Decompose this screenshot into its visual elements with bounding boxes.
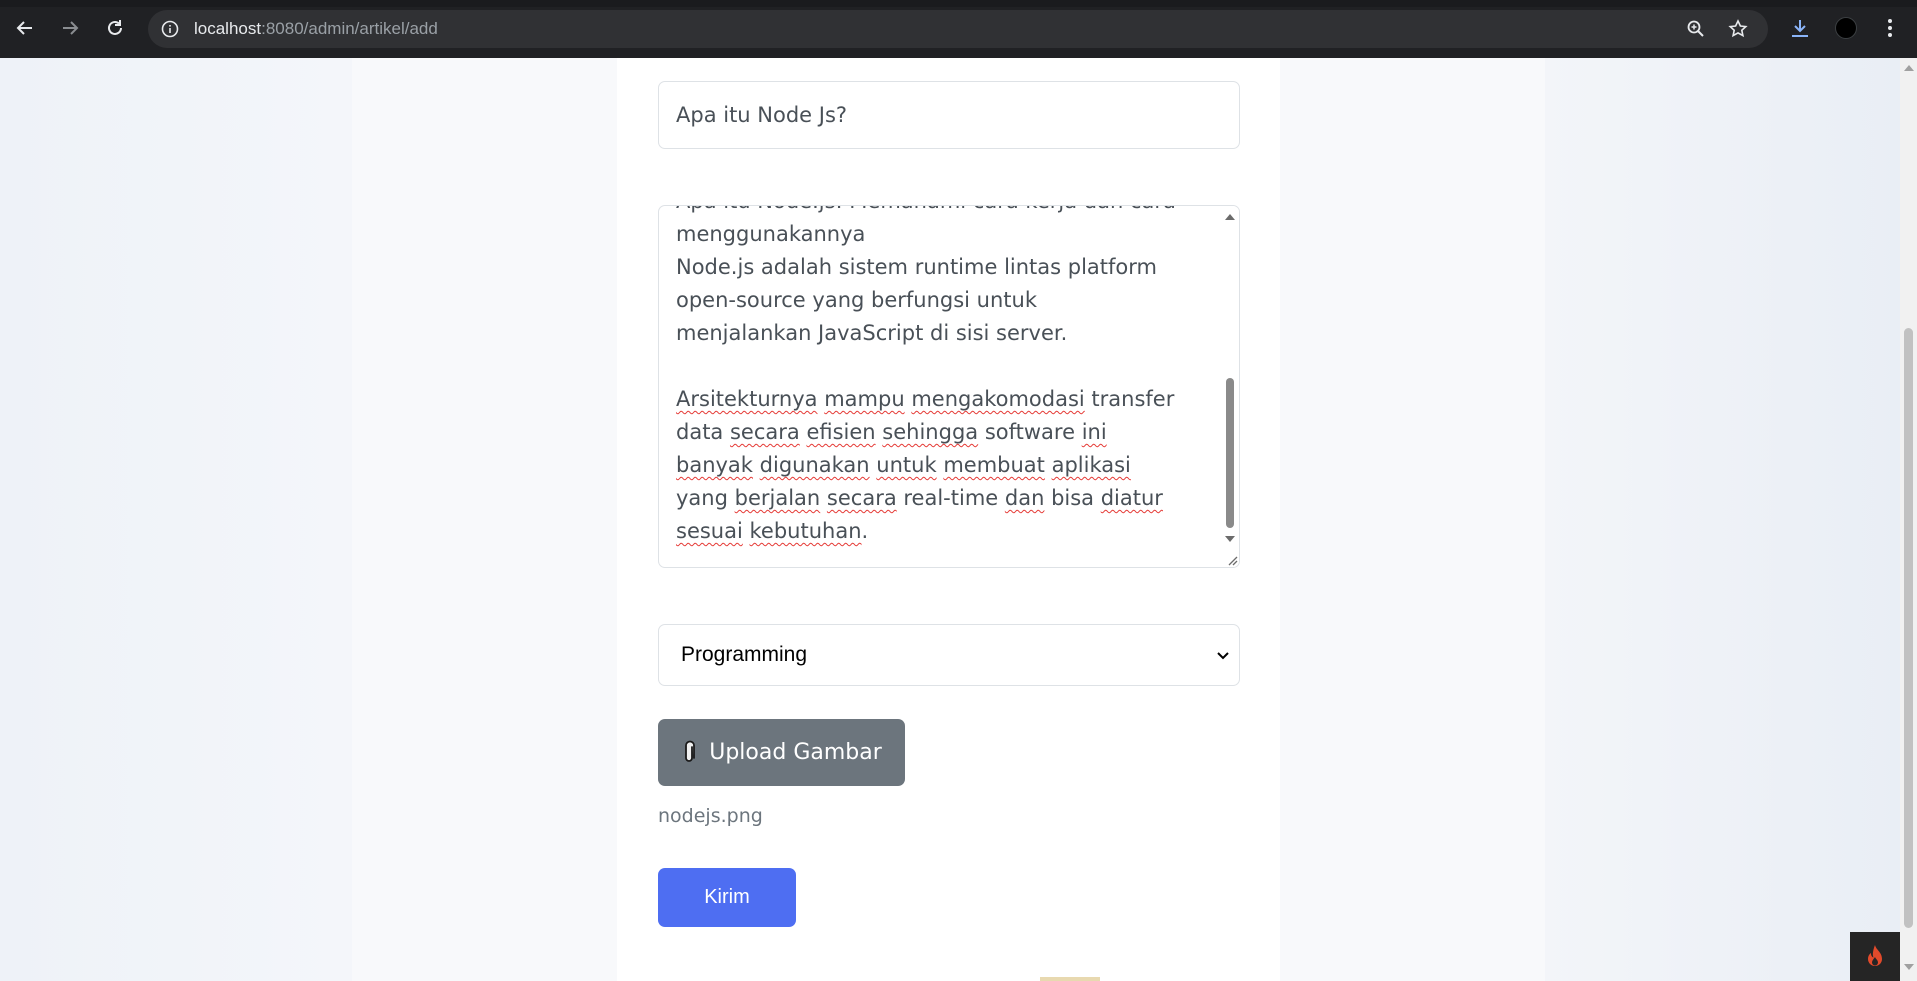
misspelled-word: dan — [1004, 486, 1045, 510]
star-icon[interactable] — [1728, 19, 1748, 39]
content-line: Node.js adalah sistem runtime lintas pla… — [676, 255, 1157, 279]
resize-handle-icon[interactable] — [1224, 552, 1238, 566]
page-scroll-thumb[interactable] — [1904, 328, 1913, 928]
content-text: data — [676, 420, 730, 444]
misspelled-word: kebutuhan — [749, 519, 862, 543]
content-paragraph: Arsitekturnya mampu mengakomodasi transf… — [676, 383, 1206, 548]
page-background-left — [0, 58, 352, 981]
misspelled-word: sesuai — [676, 519, 743, 543]
misspelled-word: banyak — [676, 453, 753, 477]
misspelled-word: mampu — [824, 387, 905, 411]
browser-toolbar: localhost:8080/admin/artikel/add — [0, 0, 1917, 58]
content-line: menggunakannya — [676, 222, 866, 246]
download-icon[interactable] — [1786, 14, 1814, 42]
textarea-text: Apa itu Node.js: Memahami cara kerja dan… — [676, 206, 1206, 548]
textarea-scrollbar[interactable] — [1222, 206, 1239, 567]
page-background-right — [1545, 58, 1900, 981]
url-host: localhost — [194, 19, 262, 38]
misspelled-word: aplikasi — [1051, 453, 1131, 477]
page-scrollbar[interactable] — [1900, 58, 1917, 981]
chevron-down-icon — [1217, 652, 1229, 660]
content-text: bisa — [1044, 486, 1101, 510]
url-path: :8080/admin/artikel/add — [261, 19, 438, 38]
tab-strip — [0, 0, 1917, 7]
misspelled-word: digunakan — [759, 453, 870, 477]
misspelled-word: sehingga — [882, 420, 979, 444]
article-title-input[interactable] — [658, 81, 1240, 149]
misspelled-word: untuk — [876, 453, 937, 477]
upload-image-button[interactable]: Upload Gambar — [658, 719, 905, 786]
paperclip-icon — [685, 740, 696, 762]
debug-toolbar-button[interactable] — [1850, 932, 1900, 981]
content-line: Apa itu Node.js: Memahami cara kerja dan… — [676, 206, 1206, 218]
zoom-icon[interactable] — [1686, 19, 1706, 39]
misspelled-word: berjalan — [734, 486, 821, 510]
forward-arrow-icon[interactable] — [56, 14, 84, 42]
misspelled-word: efisien — [806, 420, 876, 444]
misspelled-word: secara — [826, 486, 897, 510]
category-select[interactable]: Programming — [658, 624, 1240, 686]
submit-button-label: Kirim — [704, 886, 750, 908]
content-text: software — [978, 420, 1082, 444]
page-scroll-down-arrow-icon[interactable] — [1904, 964, 1914, 970]
back-arrow-icon[interactable] — [11, 14, 39, 42]
footer-decoration — [1040, 977, 1100, 981]
content-line: open-source yang berfungsi untuk — [676, 288, 1038, 312]
misspelled-word: ini — [1081, 420, 1107, 444]
content-text: real-time — [896, 486, 1005, 510]
scroll-down-arrow-icon[interactable] — [1225, 536, 1235, 542]
content-text: transfer — [1084, 387, 1175, 411]
content-blank-line — [676, 350, 1206, 383]
article-content-textarea[interactable]: Apa itu Node.js: Memahami cara kerja dan… — [658, 205, 1240, 568]
textarea-scroll-thumb[interactable] — [1226, 378, 1234, 528]
misspelled-word: secara — [729, 420, 800, 444]
misspelled-word: membuat — [943, 453, 1045, 477]
address-bar[interactable]: localhost:8080/admin/artikel/add — [148, 10, 1768, 48]
category-selected-value: Programming — [681, 643, 808, 666]
selected-filename: nodejs.png — [658, 805, 763, 827]
kebab-menu-icon[interactable] — [1876, 14, 1904, 42]
content-text: yang — [676, 486, 735, 510]
misspelled-word: diatur — [1100, 486, 1163, 510]
content-text: . — [861, 519, 869, 543]
profile-avatar-circle — [1835, 17, 1857, 39]
scroll-up-arrow-icon[interactable] — [1225, 214, 1235, 220]
info-icon[interactable] — [160, 19, 180, 39]
content-line: menjalankan JavaScript di sisi server. — [676, 321, 1068, 345]
page-scroll-up-arrow-icon[interactable] — [1904, 65, 1914, 71]
misspelled-word: Arsitekturnya — [676, 387, 818, 411]
profile-avatar[interactable] — [1832, 14, 1860, 42]
url-text[interactable]: localhost:8080/admin/artikel/add — [194, 10, 438, 48]
flame-icon — [1868, 944, 1882, 966]
misspelled-word: mengakomodasi — [911, 387, 1085, 411]
submit-button[interactable]: Kirim — [658, 868, 796, 927]
upload-button-label: Upload Gambar — [709, 740, 882, 765]
reload-icon[interactable] — [101, 14, 129, 42]
